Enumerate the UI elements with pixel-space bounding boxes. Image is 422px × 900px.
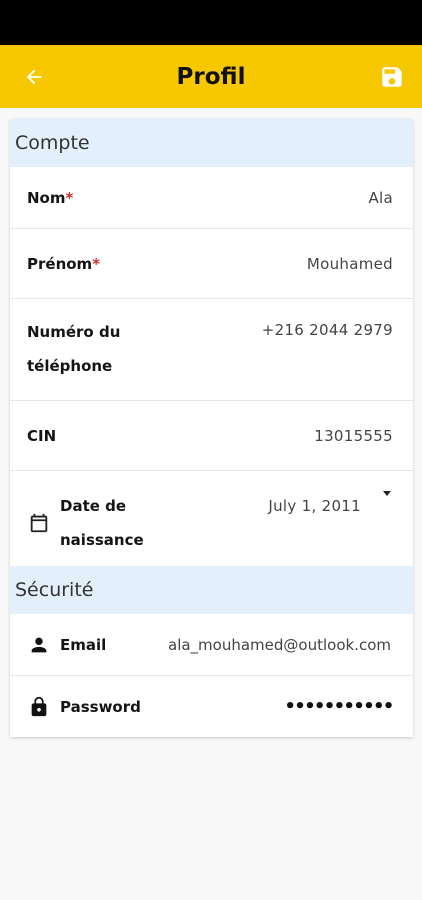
telephone-label: Numéro du téléphone <box>27 323 121 375</box>
arrow-back-icon <box>26 69 42 85</box>
calendar-icon <box>27 511 51 535</box>
cin-label: CIN <box>27 426 57 445</box>
date-naissance-value[interactable]: July 1, 2011 <box>268 497 361 515</box>
cin-value[interactable]: 13015555 <box>314 427 393 445</box>
password-value[interactable]: ••••••••••• <box>285 696 394 717</box>
prenom-value[interactable]: Mouhamed <box>307 255 393 273</box>
status-bar <box>0 0 422 45</box>
row-prenom[interactable]: Prénom* Mouhamed <box>10 229 413 299</box>
section-header-compte: Compte <box>10 119 413 167</box>
lock-icon <box>27 695 51 719</box>
nom-label: Nom* <box>27 188 74 207</box>
app-bar: Profil <box>0 45 422 108</box>
back-button[interactable] <box>18 61 50 93</box>
nom-value[interactable]: Ala <box>368 189 393 207</box>
date-naissance-label: Date de naissance <box>60 497 144 549</box>
row-telephone[interactable]: Numéro du téléphone +216 2044 2979 <box>10 299 413 401</box>
save-button[interactable] <box>376 61 408 93</box>
profile-card: Compte Nom* Ala Prénom* Mouhamed Numéro … <box>10 119 413 737</box>
prenom-label: Prénom* <box>27 254 101 273</box>
password-label: Password <box>60 697 141 716</box>
person-icon <box>27 633 51 657</box>
row-nom[interactable]: Nom* Ala <box>10 167 413 229</box>
telephone-value[interactable]: +216 2044 2979 <box>262 321 393 339</box>
section-header-securite: Sécurité <box>10 566 413 614</box>
row-cin[interactable]: CIN 13015555 <box>10 401 413 471</box>
required-marker: * <box>65 188 74 207</box>
email-value[interactable]: ala_mouhamed@outlook.com <box>168 636 397 654</box>
required-marker: * <box>92 254 101 273</box>
dropdown-arrow-icon[interactable] <box>383 491 391 496</box>
save-icon <box>382 67 402 87</box>
page-title: Profil <box>176 63 246 90</box>
row-date-naissance[interactable]: Date de naissance July 1, 2011 <box>10 471 413 566</box>
row-password[interactable]: Password ••••••••••• <box>10 676 413 737</box>
row-email[interactable]: Email ala_mouhamed@outlook.com <box>10 614 413 676</box>
email-label: Email <box>60 635 107 654</box>
